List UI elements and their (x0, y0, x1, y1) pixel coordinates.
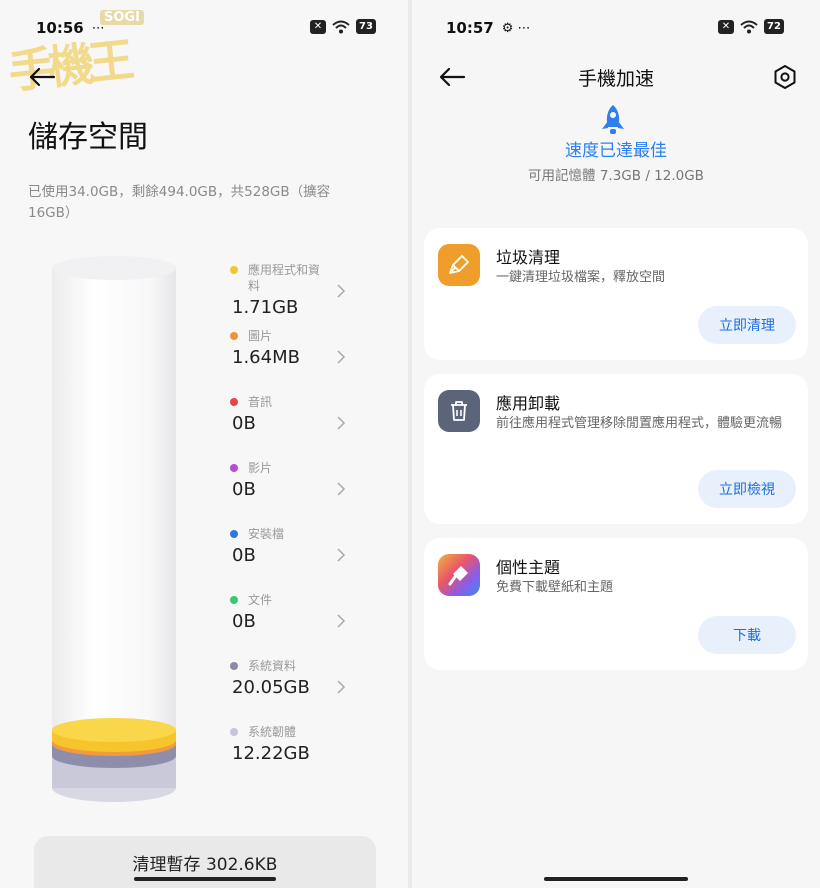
status-icons: ✕ 72 (718, 19, 784, 34)
category-size: 0B (232, 479, 256, 500)
clean-now-button[interactable]: 立即清理 (698, 306, 796, 344)
category-header: 安裝檔 (230, 526, 380, 542)
card-title: 垃圾清理 (496, 248, 561, 267)
view-now-button[interactable]: 立即檢視 (698, 470, 796, 508)
category-header: 影片 (230, 460, 380, 476)
settings-gear-icon[interactable] (772, 64, 798, 90)
card-title: 個性主題 (496, 558, 561, 577)
category-label: 影片 (248, 461, 273, 475)
card-description: 前往應用程式管理移除閒置應用程式，體驗更流暢 (496, 416, 783, 431)
card-personal-theme[interactable]: 個性主題 免費下載壁紙和主題 下載 (424, 538, 808, 670)
rocket-icon (602, 105, 624, 134)
memory-usage: 可用記憶體 7.3GB / 12.0GB (528, 168, 704, 184)
category-label: 文件 (248, 593, 273, 607)
home-indicator (544, 877, 688, 881)
watermark: SOGI 手機王 (4, 8, 154, 99)
category-size: 1.71GB (232, 297, 299, 318)
battery-icon: 72 (764, 19, 784, 34)
category-color-dot (230, 464, 238, 472)
category-label: 應用程式和資料 (248, 263, 321, 293)
category-size: 1.64MB (232, 347, 300, 368)
trash-icon (438, 390, 480, 432)
home-indicator (134, 877, 276, 881)
category-label: 系統韌體 (248, 725, 297, 739)
category-header: 系統資料 (230, 658, 380, 674)
category-header: 音訊 (230, 394, 380, 410)
speed-status: 速度已達最佳 (565, 141, 667, 161)
category-label: 音訊 (248, 395, 273, 409)
phone-boost-screen: 10:57 ⚙ ⋯ ✕ 72 手機加速 速度已達最佳 可用記憶體 7.3GB /… (412, 0, 820, 888)
storage-category-item[interactable]: 文件 0B (230, 592, 380, 658)
category-header: 文件 (230, 592, 380, 608)
status-bar: 10:57 ⚙ ⋯ (446, 16, 531, 40)
chevron-right-icon (337, 482, 346, 496)
category-header: 圖片 (230, 328, 380, 344)
storage-category-item[interactable]: 應用程式和資料 1.71GB (230, 262, 380, 328)
category-color-dot (230, 398, 238, 406)
storage-category-item[interactable]: 圖片 1.64MB (230, 328, 380, 394)
download-button[interactable]: 下載 (698, 616, 796, 654)
broom-icon (438, 244, 480, 286)
chevron-right-icon (337, 680, 346, 694)
chevron-right-icon (337, 548, 346, 562)
chevron-right-icon (337, 416, 346, 430)
status-time: 10:57 (446, 19, 494, 37)
category-label: 系統資料 (248, 659, 297, 673)
storage-screen: 10:56 ⋯ ✕ 73 SOGI 手機王 儲存空間 已使用34.0GB，剩餘4… (0, 0, 408, 888)
storage-category-item[interactable]: 系統資料 20.05GB (230, 658, 380, 724)
category-size: 0B (232, 611, 256, 632)
mute-icon: ✕ (718, 19, 734, 34)
storage-category-list: 應用程式和資料 1.71GB 圖片 1.64MB 音訊 0B 影片 0B 安裝檔 0B 文件 0B 系統… (230, 262, 380, 790)
category-size: 12.22GB (232, 743, 310, 764)
category-color-dot (230, 662, 238, 670)
storage-cylinder-chart (52, 256, 176, 802)
card-description: 一鍵清理垃圾檔案，釋放空間 (496, 270, 666, 285)
theme-brush-icon (438, 554, 480, 596)
category-header: 應用程式和資料 (230, 262, 380, 294)
watermark-logo: SOGI (100, 10, 144, 25)
storage-category-item[interactable]: 影片 0B (230, 460, 380, 526)
category-label: 圖片 (248, 329, 273, 343)
card-description: 免費下載壁紙和主題 (496, 580, 614, 595)
chevron-right-icon (337, 614, 346, 628)
storage-summary: 已使用34.0GB，剩餘494.0GB，共528GB（擴容16GB） (28, 184, 331, 221)
category-size: 0B (232, 413, 256, 434)
chevron-right-icon (337, 284, 346, 298)
card-junk-clean[interactable]: 垃圾清理 一鍵清理垃圾檔案，釋放空間 立即清理 (424, 228, 808, 360)
back-arrow-icon[interactable] (28, 66, 56, 88)
category-label: 安裝檔 (248, 527, 285, 541)
wifi-icon (740, 20, 758, 33)
category-color-dot (230, 728, 238, 736)
status-icons: ✕ 73 (310, 19, 376, 34)
storage-category-item[interactable]: 安裝檔 0B (230, 526, 380, 592)
battery-icon: 73 (356, 19, 376, 34)
card-app-uninstall[interactable]: 應用卸載 前往應用程式管理移除閒置應用程式，體驗更流暢 立即檢視 (424, 374, 808, 524)
category-color-dot (230, 332, 238, 340)
category-header: 系統韌體 (230, 724, 380, 740)
page-title: 手機加速 (577, 68, 654, 90)
storage-category-item[interactable]: 音訊 0B (230, 394, 380, 460)
storage-category-item[interactable]: 系統韌體 12.22GB (230, 724, 380, 790)
watermark-text: 手機王 (5, 32, 131, 100)
page-title: 儲存空間 (28, 120, 148, 155)
category-size: 20.05GB (232, 677, 310, 698)
card-title: 應用卸載 (496, 394, 561, 413)
mute-icon: ✕ (310, 19, 326, 34)
chevron-right-icon (337, 350, 346, 364)
wifi-icon (332, 20, 350, 33)
category-color-dot (230, 266, 238, 274)
category-color-dot (230, 530, 238, 538)
status-notifications: ⚙ ⋯ (501, 20, 531, 36)
category-color-dot (230, 596, 238, 604)
category-size: 0B (232, 545, 256, 566)
